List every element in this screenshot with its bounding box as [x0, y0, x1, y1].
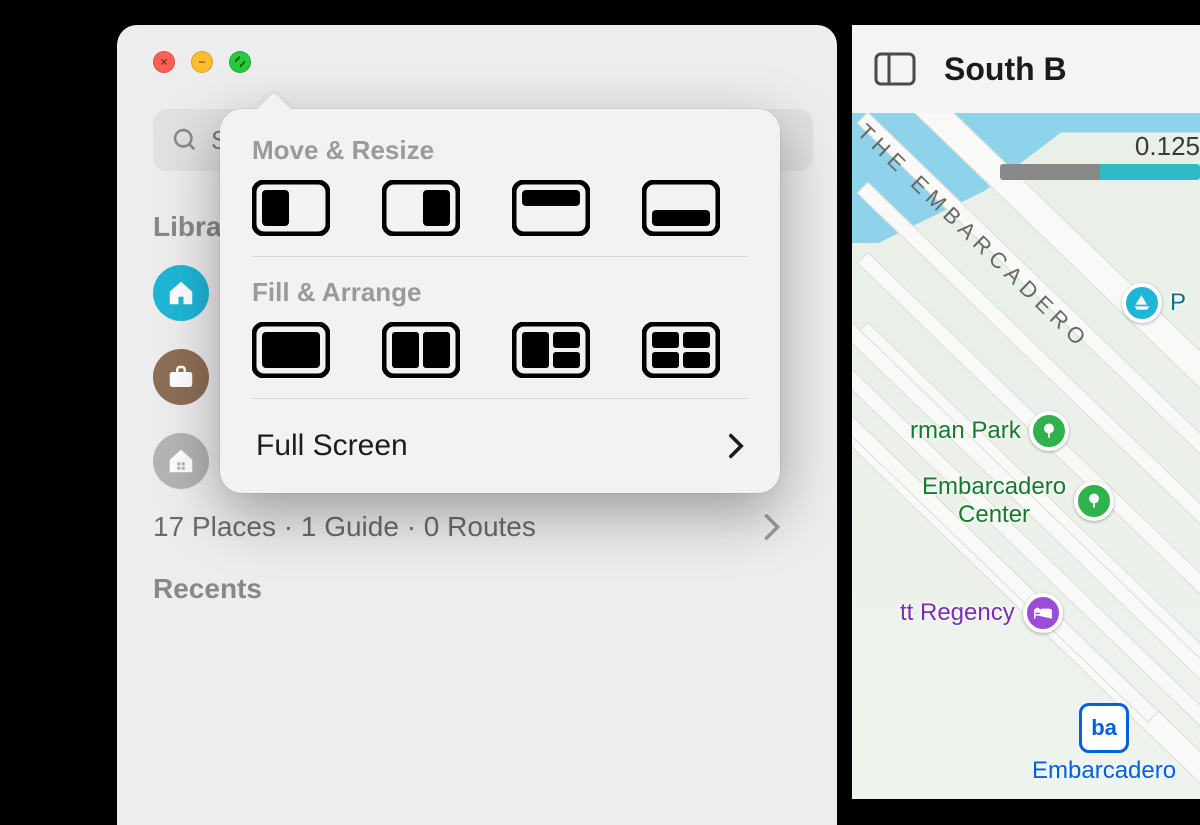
bed-icon — [1032, 602, 1054, 624]
pin-work[interactable] — [153, 349, 209, 405]
traffic-lights: × − — [153, 51, 801, 73]
search-icon — [171, 126, 199, 154]
tree-icon — [1084, 491, 1104, 511]
zoom-button[interactable] — [229, 51, 251, 73]
tile-two-col-icon[interactable] — [382, 322, 460, 378]
map-scale-bar — [1000, 164, 1200, 180]
pin-other[interactable] — [153, 433, 209, 489]
map-scale-value: 0.125 — [1135, 131, 1200, 162]
poi-regency-label: tt Regency — [900, 599, 1015, 627]
poi-regency[interactable]: tt Regency — [900, 593, 1063, 633]
sidebar-toggle-icon[interactable] — [874, 52, 916, 86]
tile-four-up-icon[interactable] — [642, 322, 720, 378]
poi-sail[interactable]: P — [1122, 283, 1186, 323]
poi-bart-label: Embarcadero — [1032, 757, 1176, 785]
fullscreen-icon — [234, 56, 246, 68]
sailboat-icon — [1132, 293, 1152, 313]
chevron-right-icon — [763, 513, 781, 541]
window-tiling-popover: Move & Resize Fill & Arrange Full Screen — [220, 109, 780, 493]
briefcase-icon — [166, 362, 196, 392]
move-resize-row — [252, 180, 748, 236]
poi-embarcadero-center[interactable]: Embarcadero Center — [922, 473, 1114, 529]
tile-three-up-icon[interactable] — [512, 322, 590, 378]
house-icon — [166, 278, 196, 308]
tile-bottom-half-icon[interactable] — [642, 180, 720, 236]
library-summary-text: 17 Places · 1 Guide · 0 Routes — [153, 511, 536, 543]
poi-bart[interactable]: ba Embarcadero — [1032, 703, 1176, 785]
tile-right-half-icon[interactable] — [382, 180, 460, 236]
recents-heading: Recents — [153, 573, 801, 605]
toolbar: South B — [852, 25, 1200, 113]
bart-badge: ba — [1079, 703, 1129, 753]
poi-park-label: rman Park — [910, 417, 1021, 445]
tree-icon — [1039, 421, 1059, 441]
full-screen-label: Full Screen — [256, 429, 408, 463]
full-screen-item[interactable]: Full Screen — [252, 419, 748, 481]
library-summary-row[interactable]: 17 Places · 1 Guide · 0 Routes — [153, 511, 801, 543]
close-button[interactable]: × — [153, 51, 175, 73]
fill-arrange-row — [252, 322, 748, 378]
tile-fill-icon[interactable] — [252, 322, 330, 378]
tile-top-half-icon[interactable] — [512, 180, 590, 236]
pin-home[interactable] — [153, 265, 209, 321]
tile-left-half-icon[interactable] — [252, 180, 330, 236]
poi-park[interactable]: rman Park — [910, 411, 1069, 451]
move-resize-heading: Move & Resize — [252, 135, 748, 166]
divider — [252, 398, 748, 399]
toolbar-title: South B — [944, 51, 1067, 88]
map-scale: 0.125 — [1000, 131, 1200, 180]
chevron-right-icon — [728, 433, 744, 459]
divider — [252, 256, 748, 257]
poi-embarcadero-center-label: Embarcadero Center — [922, 473, 1066, 529]
minimize-button[interactable]: − — [191, 51, 213, 73]
map-canvas[interactable]: THE EMBARCADERO 0.125 P rman Park Embarc… — [852, 113, 1200, 799]
fill-arrange-heading: Fill & Arrange — [252, 277, 748, 308]
poi-sail-label: P — [1170, 289, 1186, 317]
house-alt-icon — [166, 446, 196, 476]
